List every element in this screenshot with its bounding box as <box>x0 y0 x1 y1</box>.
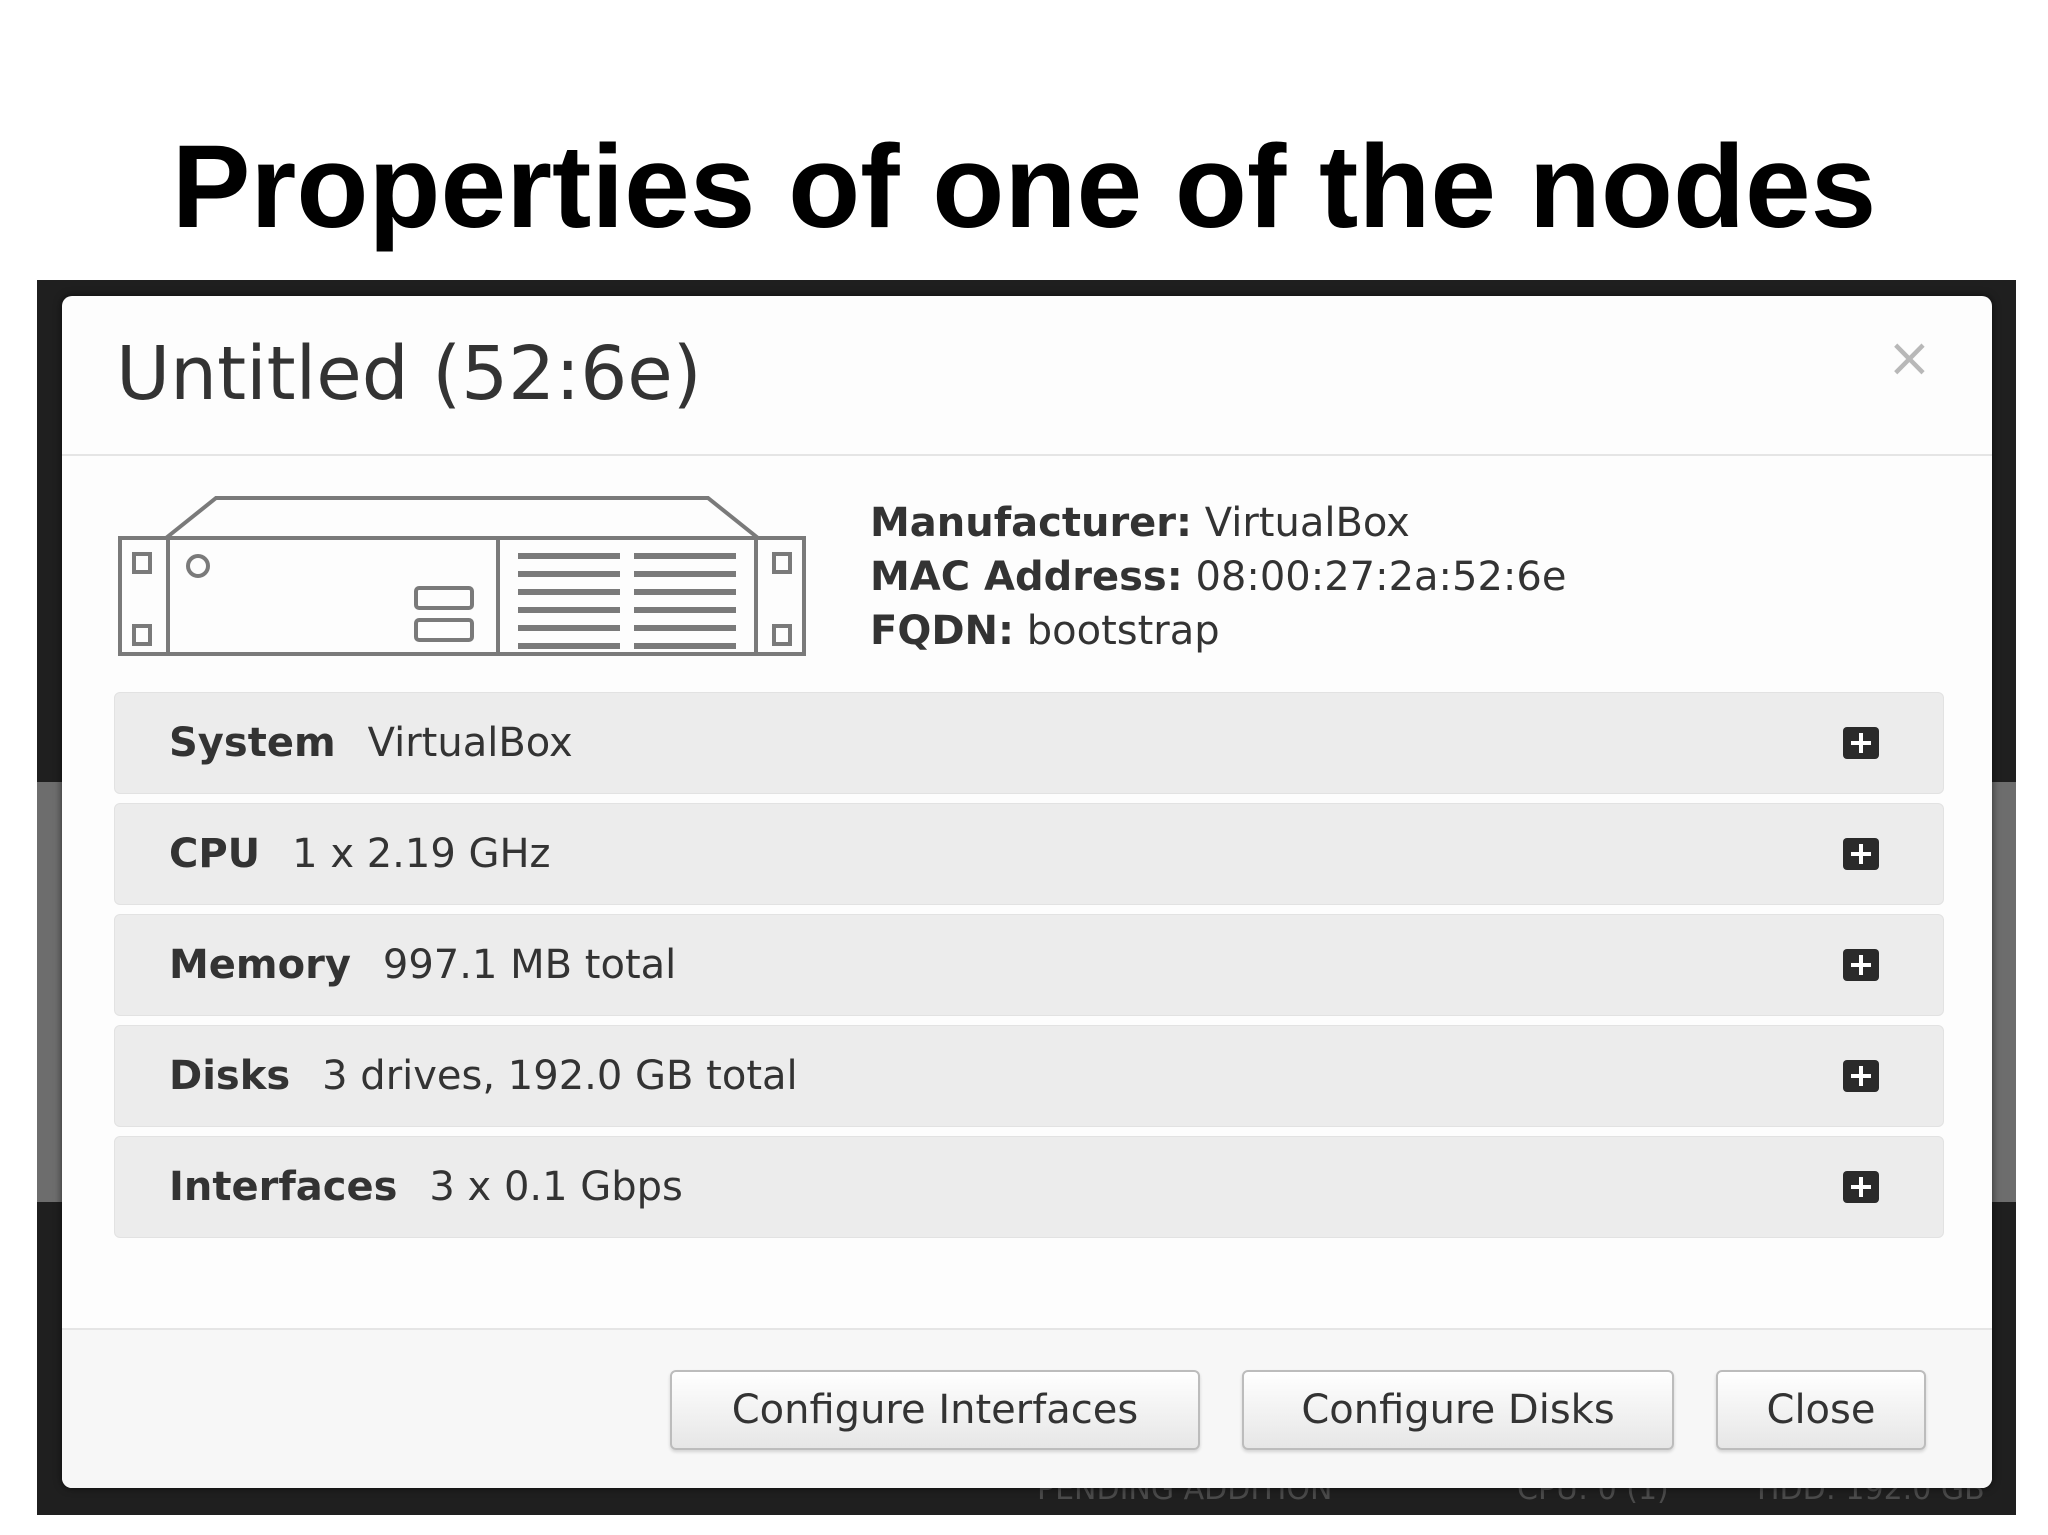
dialog-header: Untitled (52:6e) × <box>62 296 1992 456</box>
node-properties-dialog: Untitled (52:6e) × Manufacturer: Virtual… <box>62 296 1992 1488</box>
panel-interfaces-value: 3 x 0.1 Gbps <box>429 1164 683 1210</box>
close-button[interactable]: Close <box>1716 1370 1926 1450</box>
mac-address-value: 08:00:27:2a:52:6e <box>1195 554 1567 600</box>
panel-system-value: VirtualBox <box>367 720 573 766</box>
configure-interfaces-button[interactable]: Configure Interfaces <box>670 1370 1200 1450</box>
mac-address-label: MAC Address: <box>870 554 1183 600</box>
plus-square-icon[interactable] <box>1843 1060 1879 1092</box>
panel-cpu[interactable]: CPU 1 x 2.19 GHz <box>114 803 1944 905</box>
manufacturer-value: VirtualBox <box>1204 500 1410 546</box>
server-rack-icon <box>118 496 806 656</box>
panel-interfaces-name: Interfaces <box>169 1164 398 1210</box>
plus-square-icon[interactable] <box>1843 949 1879 981</box>
manufacturer-label: Manufacturer: <box>870 500 1193 546</box>
mac-address-row: MAC Address: 08:00:27:2a:52:6e <box>870 550 1566 604</box>
fqdn-row: FQDN: bootstrap <box>870 604 1566 658</box>
panel-interfaces[interactable]: Interfaces 3 x 0.1 Gbps <box>114 1136 1944 1238</box>
panel-disks[interactable]: Disks 3 drives, 192.0 GB total <box>114 1025 1944 1127</box>
manufacturer-row: Manufacturer: VirtualBox <box>870 496 1566 550</box>
dialog-footer: Configure Interfaces Configure Disks Clo… <box>62 1328 1992 1488</box>
close-icon[interactable]: × <box>1887 326 1932 389</box>
panel-memory[interactable]: Memory 997.1 MB total <box>114 914 1944 1016</box>
fqdn-label: FQDN: <box>870 608 1015 654</box>
panel-disks-value: 3 drives, 192.0 GB total <box>322 1053 798 1099</box>
plus-square-icon[interactable] <box>1843 838 1879 870</box>
configure-disks-button[interactable]: Configure Disks <box>1242 1370 1674 1450</box>
node-properties: Manufacturer: VirtualBox MAC Address: 08… <box>870 496 1566 658</box>
panel-system[interactable]: System VirtualBox <box>114 692 1944 794</box>
panel-disks-name: Disks <box>169 1053 291 1099</box>
panel-memory-value: 997.1 MB total <box>382 942 677 988</box>
panel-memory-name: Memory <box>169 942 351 988</box>
panel-system-name: System <box>169 720 336 766</box>
panel-cpu-name: CPU <box>169 831 261 877</box>
dialog-title: Untitled (52:6e) <box>116 331 702 417</box>
panel-cpu-value: 1 x 2.19 GHz <box>292 831 551 877</box>
plus-square-icon[interactable] <box>1843 1171 1879 1203</box>
slide-title: Properties of one of the nodes <box>171 121 1877 253</box>
fqdn-value: bootstrap <box>1026 608 1220 654</box>
plus-square-icon[interactable] <box>1843 727 1879 759</box>
hardware-panels: System VirtualBox CPU 1 x 2.19 GHz Memory 9… <box>114 692 1944 1247</box>
